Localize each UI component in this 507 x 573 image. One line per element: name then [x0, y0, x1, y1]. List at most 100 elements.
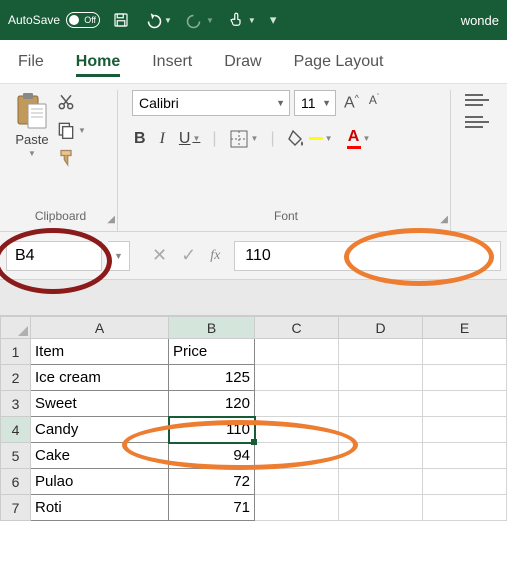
cell[interactable]: Roti [31, 495, 169, 521]
formula-bar-row: B4 ▼ ✕ ✓ fx 110 [0, 232, 507, 280]
title-bar: AutoSave Off ▼ ▼ ▼ ▾ wonde [0, 0, 507, 40]
align-button[interactable] [465, 94, 489, 106]
font-size-select[interactable]: 11 ▼ [294, 90, 336, 116]
autosave-label: AutoSave [8, 13, 60, 27]
redo-caret-icon[interactable]: ▼ [206, 16, 214, 25]
ribbon: Paste ▼ ▼ Clipboard ◢ Calibri [0, 84, 507, 232]
cell[interactable]: Cake [31, 443, 169, 469]
cell[interactable] [423, 443, 507, 469]
tab-file[interactable]: File [18, 53, 44, 71]
cell[interactable] [423, 339, 507, 365]
formula-bar[interactable]: 110 [234, 241, 501, 271]
increase-font-button[interactable]: A^ [340, 91, 363, 114]
clipboard-group: Paste ▼ ▼ Clipboard ◢ [8, 90, 118, 231]
font-color-button[interactable]: A ▼ [345, 126, 373, 151]
copy-button[interactable]: ▼ [56, 120, 86, 140]
format-painter-button[interactable] [56, 148, 86, 168]
font-group: Calibri ▼ 11 ▼ A^ Aˇ B I U▼ | ▼ | [126, 90, 451, 231]
cell[interactable] [255, 417, 339, 443]
col-header-a[interactable]: A [31, 317, 169, 339]
bold-button[interactable]: B [132, 128, 148, 150]
borders-button[interactable]: ▼ [227, 127, 261, 151]
col-header-c[interactable]: C [255, 317, 339, 339]
name-box[interactable]: B4 [6, 241, 102, 271]
tab-insert[interactable]: Insert [152, 53, 192, 71]
col-header-d[interactable]: D [339, 317, 423, 339]
row-header[interactable]: 3 [1, 391, 31, 417]
cell[interactable]: 94 [169, 443, 255, 469]
cell[interactable]: Sweet [31, 391, 169, 417]
paste-label: Paste [15, 132, 48, 147]
paste-caret-icon[interactable]: ▼ [28, 149, 36, 158]
cell[interactable] [339, 339, 423, 365]
cell[interactable]: Ice cream [31, 365, 169, 391]
cell[interactable] [339, 443, 423, 469]
cut-button[interactable] [56, 92, 86, 112]
cell[interactable] [255, 391, 339, 417]
cell[interactable]: Pulao [31, 469, 169, 495]
font-dialog-icon[interactable]: ◢ [440, 214, 448, 225]
cell[interactable] [255, 339, 339, 365]
cell[interactable] [339, 391, 423, 417]
tab-page-layout[interactable]: Page Layout [294, 53, 384, 71]
cell[interactable] [423, 365, 507, 391]
underline-button[interactable]: U▼ [177, 128, 202, 150]
undo-caret-icon[interactable]: ▼ [164, 16, 172, 25]
cell[interactable] [255, 365, 339, 391]
align-button-2[interactable] [465, 116, 489, 128]
customize-qat-button[interactable]: ▾ [270, 12, 277, 28]
cell[interactable] [339, 365, 423, 391]
cell[interactable]: Item [31, 339, 169, 365]
row-header[interactable]: 4 [1, 417, 31, 443]
cell-selected[interactable]: 110 [169, 417, 255, 443]
cell[interactable] [423, 469, 507, 495]
cancel-formula-button[interactable]: ✕ [152, 245, 167, 266]
quick-access-toolbar: ▼ ▼ ▼ ▾ [112, 11, 276, 29]
row-header[interactable]: 5 [1, 443, 31, 469]
decrease-font-button[interactable]: Aˇ [365, 91, 383, 114]
cell[interactable] [255, 443, 339, 469]
worksheet-grid[interactable]: A B C D E 1 Item Price 2 Ice cream 125 3… [0, 316, 507, 521]
ribbon-tabs: File Home Insert Draw Page Layout [0, 40, 507, 84]
cell[interactable]: Price [169, 339, 255, 365]
fx-icon[interactable]: fx [210, 248, 220, 264]
row-header[interactable]: 6 [1, 469, 31, 495]
cell[interactable] [339, 469, 423, 495]
col-header-b[interactable]: B [169, 317, 255, 339]
touch-caret-icon[interactable]: ▼ [248, 16, 256, 25]
autosave-toggle[interactable]: AutoSave Off [8, 12, 100, 28]
cell[interactable] [423, 391, 507, 417]
font-name-select[interactable]: Calibri ▼ [132, 90, 290, 116]
tab-draw[interactable]: Draw [224, 53, 261, 71]
row-header[interactable]: 2 [1, 365, 31, 391]
cell[interactable] [339, 417, 423, 443]
cell[interactable] [255, 495, 339, 521]
save-button[interactable] [112, 11, 130, 29]
select-all-corner[interactable] [1, 317, 31, 339]
paste-button[interactable]: Paste ▼ [14, 90, 50, 168]
toggle-switch[interactable]: Off [66, 12, 100, 28]
cell[interactable] [339, 495, 423, 521]
redo-button[interactable]: ▼ [186, 11, 214, 29]
undo-button[interactable]: ▼ [144, 11, 172, 29]
col-header-e[interactable]: E [423, 317, 507, 339]
cell[interactable]: 125 [169, 365, 255, 391]
cell[interactable]: 120 [169, 391, 255, 417]
fill-color-button[interactable]: ▼ [285, 127, 335, 151]
copy-caret-icon[interactable]: ▼ [78, 126, 86, 135]
enter-formula-button[interactable]: ✓ [181, 245, 196, 266]
row-header[interactable]: 1 [1, 339, 31, 365]
cell[interactable] [423, 495, 507, 521]
row-header[interactable]: 7 [1, 495, 31, 521]
touch-mode-button[interactable]: ▼ [228, 11, 256, 29]
cell[interactable]: 72 [169, 469, 255, 495]
clipboard-dialog-icon[interactable]: ◢ [107, 214, 115, 225]
cell[interactable]: Candy [31, 417, 169, 443]
cell[interactable] [255, 469, 339, 495]
fill-color-bar [309, 137, 323, 140]
cell[interactable]: 71 [169, 495, 255, 521]
italic-button[interactable]: I [158, 128, 167, 150]
tab-home[interactable]: Home [76, 53, 120, 71]
cell[interactable] [423, 417, 507, 443]
name-box-caret[interactable]: ▼ [108, 241, 130, 271]
